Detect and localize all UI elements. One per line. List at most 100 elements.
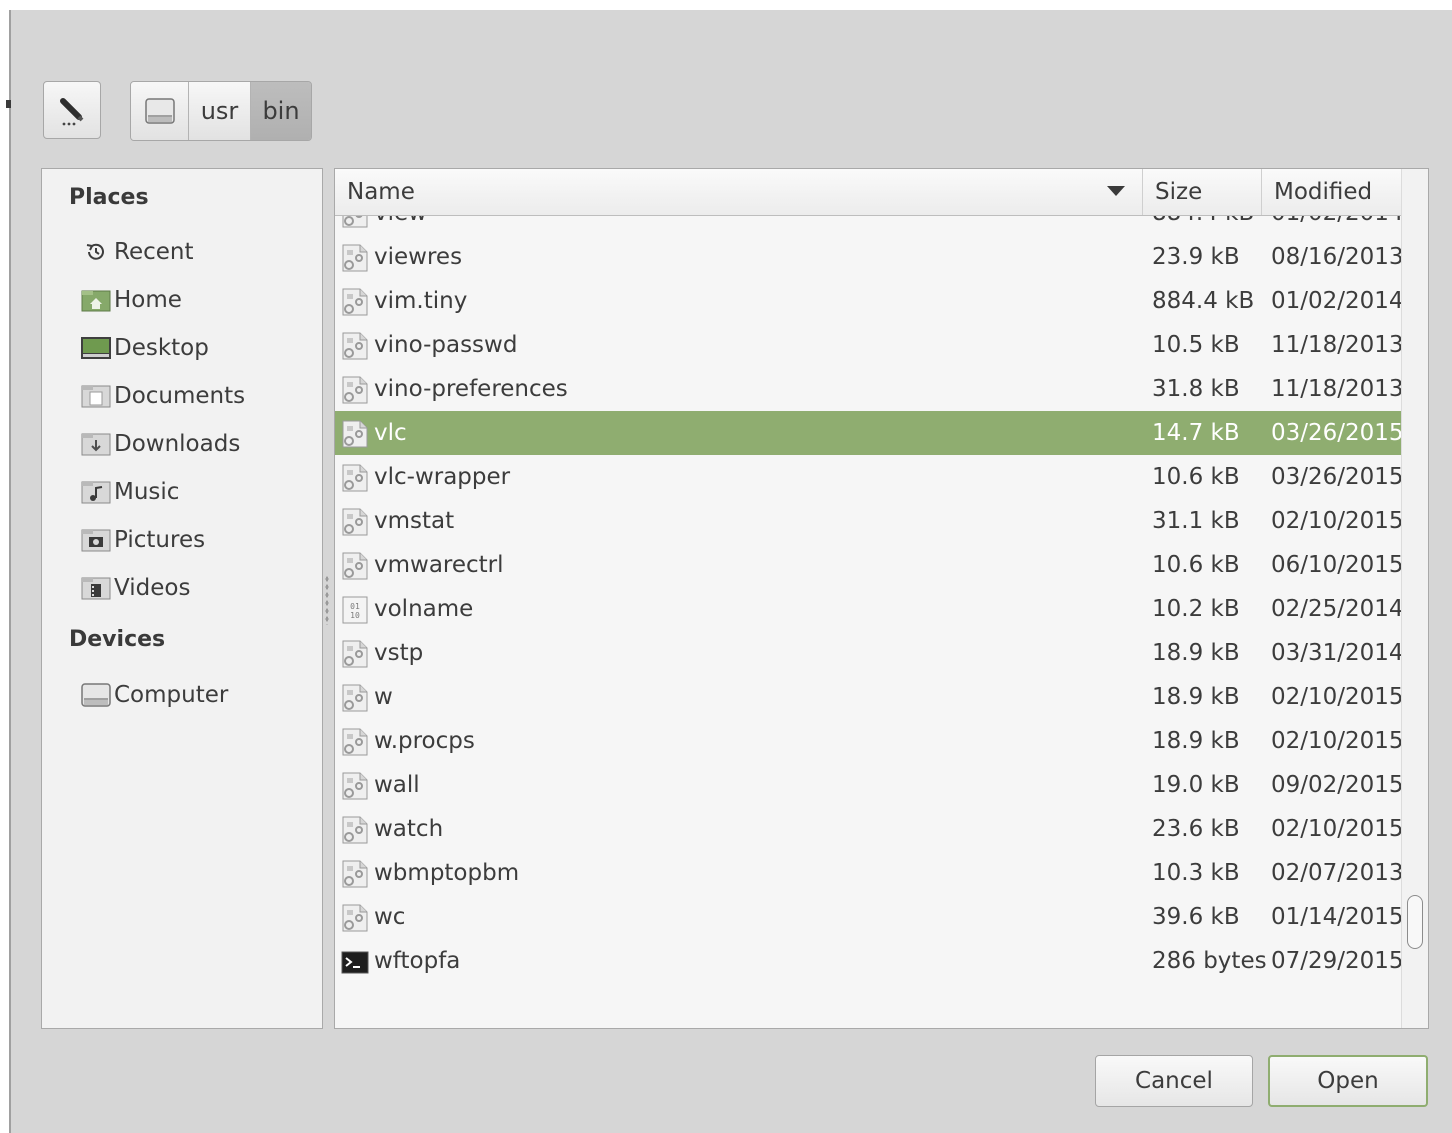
sidebar-item-label: Recent [114,239,194,265]
file-size: 18.9 kB [1152,640,1240,666]
table-row[interactable]: vino-preferences 31.8 kB 11/18/2013 [335,367,1404,411]
table-row[interactable]: wall 19.0 kB 09/02/2015 [335,763,1404,807]
column-header-name-label: Name [347,179,415,205]
sidebar-item-label: Computer [114,682,229,708]
table-row[interactable]: vstp 18.9 kB 03/31/2014 [335,631,1404,675]
scrollbar-thumb[interactable] [1407,895,1423,949]
table-row[interactable]: wbmptopbm 10.3 kB 02/07/2013 [335,851,1404,895]
file-size: 39.6 kB [1152,904,1240,930]
sidebar-item-label: Home [114,287,182,313]
pictures-folder-icon [80,526,112,554]
sidebar-item-videos[interactable]: Videos [80,568,320,608]
file-size: 23.6 kB [1152,816,1240,842]
svg-text:01: 01 [350,602,360,611]
type-location-button[interactable] [43,81,101,139]
table-row-selected[interactable]: vlc 14.7 kB 03/26/2015 [335,411,1404,455]
pane-resize-handle[interactable] [325,575,329,625]
column-header-name[interactable]: Name [335,169,1143,215]
file-name: wc [374,904,406,930]
downloads-folder-icon [80,430,112,458]
table-row[interactable]: 01 10 volname 10.2 kB 02/25/2014 [335,587,1404,631]
sidebar-item-pictures[interactable]: Pictures [80,520,320,560]
executable-icon [340,463,370,493]
file-name: vmwarectrl [374,552,504,578]
recent-icon [80,238,112,266]
executable-icon [340,771,370,801]
executable-icon [340,287,370,317]
path-crumb-root[interactable] [131,82,189,140]
file-size: 286 bytes [1152,948,1267,974]
file-name: vstp [374,640,424,666]
table-row[interactable]: w.procps 18.9 kB 02/10/2015 [335,719,1404,763]
sidebar-item-desktop[interactable]: Desktop [80,328,320,368]
sidebar-item-downloads[interactable]: Downloads [80,424,320,464]
file-size: 18.9 kB [1152,728,1240,754]
file-modified: 01/14/2015 [1271,904,1404,930]
table-row[interactable]: watch 23.6 kB 02/10/2015 [335,807,1404,851]
sort-descending-icon [1107,186,1125,196]
devices-heading: Devices [69,627,166,652]
music-folder-icon [80,478,112,506]
file-modified: 11/18/2013 [1271,376,1404,402]
computer-drive-icon [80,681,112,709]
file-modified: 02/07/2013 [1271,860,1404,886]
column-header-modified[interactable]: Modified [1262,169,1401,215]
file-size: 31.1 kB [1152,508,1240,534]
sidebar-item-computer[interactable]: Computer [80,675,320,715]
file-name: wbmptopbm [374,860,520,886]
file-size: 10.5 kB [1152,332,1240,358]
sidebar-item-documents[interactable]: Documents [80,376,320,416]
file-modified: 06/10/2015 [1271,552,1404,578]
file-name: wall [374,772,420,798]
table-row[interactable]: vmwarectrl 10.6 kB 06/10/2015 [335,543,1404,587]
file-size: 10.2 kB [1152,596,1240,622]
window-edge-marker [6,100,11,108]
cancel-button[interactable]: Cancel [1095,1055,1253,1107]
sidebar-item-home[interactable]: Home [80,280,320,320]
file-modified: 11/18/2013 [1271,332,1404,358]
file-size: 10.6 kB [1152,464,1240,490]
column-header-size[interactable]: Size [1143,169,1262,215]
file-modified: 03/26/2015 [1271,464,1404,490]
file-size: 31.8 kB [1152,376,1240,402]
executable-icon [340,683,370,713]
file-size: 19.0 kB [1152,772,1240,798]
file-name: viewres [374,244,463,270]
file-list: vi884.4 kB01/02/2014view884.4 kB01/02/20… [334,168,1429,1029]
executable-icon [340,243,370,273]
column-header-size-label: Size [1155,179,1203,205]
table-row[interactable]: wc 39.6 kB 01/14/2015 [335,895,1404,939]
open-button[interactable]: Open [1268,1055,1428,1107]
sidebar-item-music[interactable]: Music [80,472,320,512]
file-name: vmstat [374,508,455,534]
table-row[interactable]: vino-passwd 10.5 kB 11/18/2013 [335,323,1404,367]
file-name: vlc [374,420,407,446]
table-row[interactable]: vmstat 31.1 kB 02/10/2015 [335,499,1404,543]
file-name: vino-passwd [374,332,518,358]
executable-icon [340,639,370,669]
table-row[interactable]: viewres 23.9 kB 08/16/2013 [335,235,1404,279]
file-name: watch [374,816,444,842]
file-modified: 03/26/2015 [1271,420,1404,446]
sidebar-item-recent[interactable]: Recent [80,232,320,272]
table-row[interactable]: w 18.9 kB 02/10/2015 [335,675,1404,719]
table-row[interactable]: vim.tiny 884.4 kB 01/02/2014 [335,279,1404,323]
path-crumb-bin[interactable]: bin [251,82,311,140]
path-crumb-usr[interactable]: usr [189,82,251,140]
file-size: 18.9 kB [1152,684,1240,710]
file-size: 884.4 kB [1152,288,1255,314]
sidebar-item-label: Desktop [114,335,209,361]
videos-folder-icon [80,574,112,602]
file-modified: 02/10/2015 [1271,816,1404,842]
vertical-scrollbar[interactable] [1401,169,1428,1028]
places-heading: Places [69,185,149,210]
sidebar-item-label: Music [114,479,180,505]
table-row[interactable]: vlc-wrapper 10.6 kB 03/26/2015 [335,455,1404,499]
file-name: wftopfa [374,948,461,974]
table-row[interactable]: wftopfa 286 bytes 07/29/2015 [335,939,1404,983]
window-edge [9,10,11,1133]
file-modified: 02/25/2014 [1271,596,1404,622]
places-sidebar: Places Recent Home Desktop Documents Dow… [41,168,323,1029]
file-size: 23.9 kB [1152,244,1240,270]
executable-icon [340,375,370,405]
